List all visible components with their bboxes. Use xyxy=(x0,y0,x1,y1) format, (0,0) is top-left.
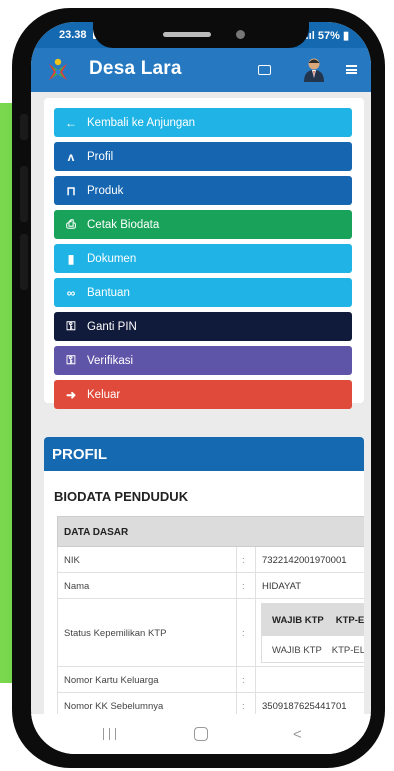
recent-apps-icon[interactable] xyxy=(103,728,116,740)
menu-button-label: Profil xyxy=(87,150,114,163)
phone-side-button xyxy=(20,114,28,140)
row-colon: : xyxy=(242,628,245,639)
biodata-title: BIODATA PENDUDUK xyxy=(54,489,189,504)
table-header: DATA DASAR xyxy=(57,516,364,547)
ktp-table-header: WAJIB KTP KTP-El xyxy=(262,604,364,636)
status-time: 23.38 xyxy=(59,29,87,41)
status-battery: .ıl 57% ▮ xyxy=(306,29,349,42)
row-colon: : xyxy=(242,581,245,592)
handshake-icon: ∞ xyxy=(66,285,76,300)
profile-card: PROFIL BIODATA PENDUDUK DATA DASAR NIK :… xyxy=(44,437,364,754)
menu-button-label: Keluar xyxy=(87,388,121,401)
profile-heading: PROFIL xyxy=(44,437,364,471)
table-row: Nomor Kartu Keluarga : xyxy=(57,667,364,693)
menu-button-5[interactable]: ▮ Dokumen xyxy=(54,244,352,273)
table-row: Status Kepemilikan KTP : WAJIB KTP KTP-E… xyxy=(57,599,364,667)
phone-screen: 23.38 .ıl 57% ▮ Desa Lara ← Kembali ke A… xyxy=(31,22,371,754)
table-row: NIK : 7322142001970001 xyxy=(57,547,364,573)
user-icon: ᴧ xyxy=(67,149,75,164)
row-colon: : xyxy=(242,701,245,712)
menu-button-label: Dokumen xyxy=(87,252,137,265)
back-icon[interactable]: < xyxy=(293,726,302,743)
home-icon[interactable] xyxy=(194,727,208,741)
cart-icon: ⊓ xyxy=(66,183,76,198)
menu-button-6[interactable]: ∞ Bantuan xyxy=(54,278,352,307)
row-label: Nama xyxy=(64,581,90,592)
row-value: 3509187625441701 xyxy=(262,701,347,712)
document-icon: ▮ xyxy=(67,251,75,266)
menu-button-7[interactable]: ⚿ Ganti PIN xyxy=(54,312,352,341)
menu-button-label: Cetak Biodata xyxy=(87,218,160,231)
menu-button-label: Kembali ke Anjungan xyxy=(87,116,196,129)
ktp-header-cell: WAJIB KTP xyxy=(272,614,324,626)
hamburger-menu-icon[interactable] xyxy=(346,65,357,74)
status-bar: 23.38 .ıl 57% ▮ xyxy=(31,22,371,48)
menu-button-label: Ganti PIN xyxy=(87,320,137,333)
row-label: Status Kepemilikan KTP xyxy=(64,628,167,639)
menu-button-2[interactable]: ᴧ Profil xyxy=(54,142,352,171)
menu-button-label: Bantuan xyxy=(87,286,130,299)
menu-button-label: Verifikasi xyxy=(87,354,134,367)
app-header: Desa Lara xyxy=(31,48,371,92)
menu-card: ← Kembali ke Anjungan ᴧ Profil ⊓ Produk ⎙ Cetak… xyxy=(44,98,364,409)
speaker-icon xyxy=(163,32,211,37)
biodata-table: DATA DASAR NIK : 7322142001970001 Nama :… xyxy=(57,516,364,719)
menu-button-3[interactable]: ⊓ Produk xyxy=(54,176,352,205)
row-value: HIDAYAT xyxy=(262,581,302,592)
row-label: Nomor KK Sebelumnya xyxy=(64,701,164,712)
app-title: Desa Lara xyxy=(89,58,182,79)
row-label: NIK xyxy=(64,555,80,566)
row-colon: : xyxy=(242,675,245,686)
menu-button-9[interactable]: ➜ Keluar xyxy=(54,380,352,409)
phone-side-button xyxy=(20,234,28,290)
camera-icon xyxy=(236,30,245,39)
printer-icon: ⎙ xyxy=(66,217,76,231)
arrow-left-circle-icon: ← xyxy=(65,115,77,130)
key-icon: ⚿ xyxy=(66,319,76,333)
table-row: Nama : HIDAYAT xyxy=(57,573,364,599)
menu-button-4[interactable]: ⎙ Cetak Biodata xyxy=(54,210,352,239)
ktp-table-row: WAJIB KTP KTP-EL xyxy=(262,636,364,664)
camera-notch xyxy=(93,22,309,48)
village-logo-icon[interactable] xyxy=(47,56,69,82)
battery-icon: ▮ xyxy=(342,30,349,42)
ktp-header-cell: KTP-El xyxy=(335,614,364,626)
avatar[interactable] xyxy=(303,56,325,82)
ktp-value-cell: KTP-EL xyxy=(331,644,364,656)
phone-side-button xyxy=(20,166,28,222)
row-colon: : xyxy=(242,555,245,566)
ktp-value-cell: WAJIB KTP xyxy=(272,644,322,656)
menu-button-8[interactable]: ⚿ Verifikasi xyxy=(54,346,352,375)
mail-icon[interactable] xyxy=(258,65,271,75)
signal-icon: .ıl xyxy=(305,30,315,42)
menu-button-label: Produk xyxy=(87,184,124,197)
battery-percent: 57% xyxy=(317,30,340,42)
key-icon: ⚿ xyxy=(66,353,76,367)
row-value: 7322142001970001 xyxy=(262,555,347,566)
ktp-status-table: WAJIB KTP KTP-El WAJIB KTP KTP-EL xyxy=(261,603,364,663)
menu-button-1[interactable]: ← Kembali ke Anjungan xyxy=(54,108,352,137)
android-nav-bar: < xyxy=(31,714,371,754)
row-label: Nomor Kartu Keluarga xyxy=(64,675,159,686)
logout-icon: ➜ xyxy=(65,387,77,402)
